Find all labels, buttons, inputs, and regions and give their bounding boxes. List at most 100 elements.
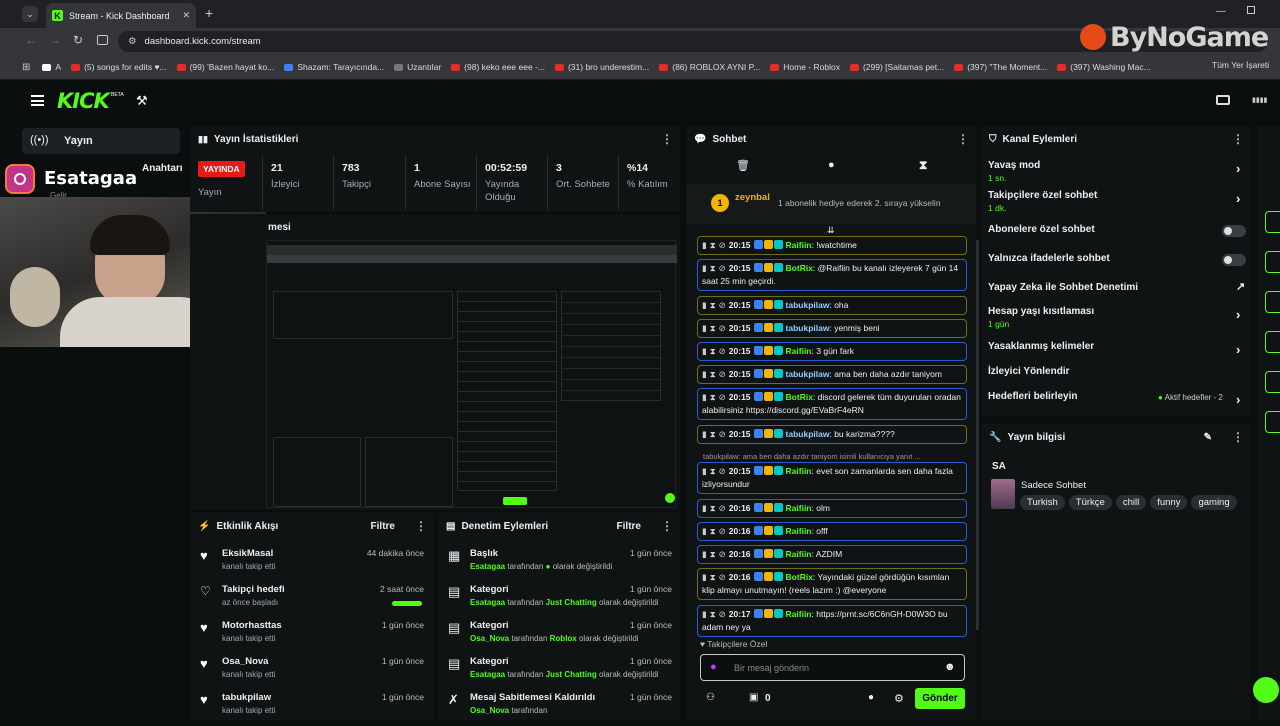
channel-action-item[interactable]: İzleyici Yönlendir xyxy=(988,366,1070,377)
users-icon[interactable]: ⚇ xyxy=(706,692,715,703)
tag-chip[interactable]: funny xyxy=(1150,495,1188,510)
channel-action-item[interactable]: Yasaklanmış kelimeler xyxy=(988,341,1094,352)
layout-icon[interactable] xyxy=(1216,95,1230,105)
bookmark-item[interactable]: (99) 'Bazen hayat ko... xyxy=(176,62,274,72)
chat-message[interactable]: ▮ ⧗ ⊘ 20:15 tabukpilaw: bu karizma???? xyxy=(697,425,967,444)
bookmark-item[interactable]: (397) Washing Mac... xyxy=(1057,62,1151,72)
user-menu[interactable]: ▮▮▮▮ xyxy=(1252,96,1267,104)
more-icon[interactable]: ⋮ xyxy=(415,519,427,533)
pin-icon[interactable]: ▮ xyxy=(702,572,707,582)
url-field[interactable]: ⚙ dashboard.kick.com/stream xyxy=(118,31,1268,52)
bookmark-item[interactable]: (5) songs for edits ♥... xyxy=(71,62,167,72)
activity-filter-button[interactable]: Filtre xyxy=(371,521,395,532)
pin-icon[interactable]: ▮ xyxy=(702,300,707,310)
timeout-icon[interactable]: ⧗ xyxy=(710,609,716,619)
bookmark-item[interactable]: Uzantılar xyxy=(394,62,441,72)
message-user[interactable]: BotRix xyxy=(786,392,813,402)
pin-icon[interactable]: ▮ xyxy=(702,429,707,439)
timeout-icon[interactable]: ⧗ xyxy=(710,572,716,582)
channel-action-item[interactable]: Hesap yaşı kısıtlaması 1 gün xyxy=(988,306,1094,329)
channel-action-item[interactable]: Yapay Zeka ile Sohbet Denetimi xyxy=(988,282,1138,293)
timeout-icon[interactable]: ⧗ xyxy=(710,323,716,333)
tag-chip[interactable]: chill xyxy=(1115,495,1147,510)
microphone-icon[interactable]: ● xyxy=(710,661,717,673)
ban-icon[interactable]: ⊘ xyxy=(719,323,726,333)
moderation-item[interactable]: ✗ Mesaj Sabitlemesi Kaldırıldı Osa_Nova ta… xyxy=(444,692,676,726)
bookmark-item[interactable]: (86) ROBLOX AYNI P... xyxy=(659,62,760,72)
pin-icon[interactable]: ▮ xyxy=(702,549,707,559)
message-user[interactable]: tabukpilaw xyxy=(786,300,830,310)
chevron-right-icon[interactable]: › xyxy=(1236,392,1240,407)
more-icon[interactable]: ⋮ xyxy=(661,132,673,146)
more-icon[interactable]: ⋮ xyxy=(661,519,673,533)
pin-icon[interactable]: ▮ xyxy=(702,346,707,356)
chat-message[interactable]: ▮ ⧗ ⊘ 20:15 tabukpilaw: yenmiş beni xyxy=(697,319,967,338)
chat-scrollbar[interactable] xyxy=(976,240,979,630)
pin-icon[interactable]: ▮ xyxy=(702,323,707,333)
channel-action-item[interactable]: Yavaş mod 1 sn. xyxy=(988,160,1040,183)
reload-icon[interactable]: ↻ xyxy=(73,33,83,47)
message-user[interactable]: tabukpilaw xyxy=(786,429,830,439)
chest-icon[interactable]: ▣ xyxy=(749,692,758,703)
send-button[interactable]: Gönder xyxy=(915,688,965,709)
hammer-icon[interactable]: ⚒ xyxy=(136,93,148,109)
all-bookmarks[interactable]: Tüm Yer İşareti xyxy=(1212,60,1270,70)
chat-message[interactable]: ▮ ⧗ ⊘ 20:15 BotRix: @Raifiin bu kanalı izley… xyxy=(697,259,967,291)
pin-icon[interactable]: ▮ xyxy=(702,609,707,619)
activity-item[interactable]: ♥ Motorhasttas kanalı takip etti 1 gün önce xyxy=(198,620,430,654)
more-icon[interactable]: ⋮ xyxy=(1232,430,1244,444)
more-icon[interactable]: ⋮ xyxy=(1232,132,1244,146)
timeout-icon[interactable]: ⧗ xyxy=(710,526,716,536)
ban-icon[interactable]: ⊘ xyxy=(719,572,726,582)
message-user[interactable]: BotRix xyxy=(786,263,813,273)
chat-message[interactable]: ▮ ⧗ ⊘ 20:15 Raifiin: !watchtime xyxy=(697,236,967,255)
ban-icon[interactable]: ⊘ xyxy=(719,549,726,559)
settings-gear-icon[interactable]: ⚙ xyxy=(894,692,904,705)
chat-message[interactable]: ▮ ⧗ ⊘ 20:16 Raifiin: offf xyxy=(697,522,967,541)
more-icon[interactable]: ⋮ xyxy=(957,132,969,146)
site-info-icon[interactable]: ⚙ xyxy=(128,36,137,47)
chat-message[interactable]: ▮ ⧗ ⊘ 20:15 BotRix: discord gelerek tüm duyu… xyxy=(697,388,967,420)
bookmark-item[interactable]: (299) [Saitamas pet... xyxy=(849,62,944,72)
back-icon[interactable]: ← xyxy=(25,33,37,47)
minimize-icon[interactable]: — xyxy=(1216,6,1226,17)
moderation-item[interactable]: ▦ Başlık Esatagaa tarafından ● olarak deği… xyxy=(444,548,676,582)
ban-icon[interactable]: ⊘ xyxy=(719,392,726,402)
timeout-icon[interactable]: ⧗ xyxy=(710,240,716,250)
pin-icon[interactable]: ▮ xyxy=(702,392,707,402)
bookmark-item[interactable]: (397) "The Moment... xyxy=(954,62,1047,72)
emoji-icon[interactable]: ☻ xyxy=(944,661,956,673)
message-user[interactable]: Raifiin xyxy=(786,346,812,356)
hamburger-menu-icon[interactable] xyxy=(31,95,44,106)
bookmark-item[interactable]: Shazam: Tarayıcında... xyxy=(284,62,384,72)
chat-input[interactable]: ● Bir mesaj gönderin ☻ xyxy=(700,654,965,681)
moderation-item[interactable]: ▤ Kategori Osa_Nova tarafından Roblox olar… xyxy=(444,620,676,654)
timeout-icon[interactable]: ⧗ xyxy=(710,392,716,402)
forward-icon[interactable]: → xyxy=(49,33,61,47)
tag-chip[interactable]: Turkish xyxy=(1020,495,1065,510)
close-tab-icon[interactable]: ✕ xyxy=(182,10,190,21)
pin-icon[interactable]: ▮ xyxy=(702,466,707,476)
kick-logo[interactable]: KICK xyxy=(57,89,110,113)
chat-bubble-icon[interactable]: ● xyxy=(868,692,874,703)
bookmark-item[interactable]: (31) bro underestim... xyxy=(554,62,649,72)
channel-action-item[interactable]: Hedefleri belirleyin xyxy=(988,391,1077,402)
activity-item[interactable]: ♥ EksikMasal kanalı takip etti 44 dakika ön… xyxy=(198,548,430,582)
timeout-icon[interactable]: ⧗ xyxy=(710,549,716,559)
message-user[interactable]: Raifiin xyxy=(786,526,812,536)
support-headset-icon[interactable] xyxy=(1253,677,1279,703)
ban-icon[interactable]: ⊘ xyxy=(719,263,726,273)
activity-item[interactable]: ♥ tabukpilaw kanalı takip etti 1 gün önce xyxy=(198,692,430,726)
tab-search-icon[interactable]: ⌄ xyxy=(22,6,38,22)
browser-tab[interactable]: K Stream - Kick Dashboard ✕ xyxy=(46,3,196,28)
message-user[interactable]: Raifiin xyxy=(786,503,812,513)
message-user[interactable]: Raifiin xyxy=(786,240,812,250)
message-user[interactable]: BotRix xyxy=(786,572,813,582)
timeout-icon[interactable]: ⧗ xyxy=(710,300,716,310)
bookmark-item[interactable]: Home - Roblox xyxy=(770,62,840,72)
ban-icon[interactable]: ⊘ xyxy=(719,503,726,513)
chat-message[interactable]: ▮ ⧗ ⊘ 20:16 BotRix: Yayındaki güzel gördüğün… xyxy=(697,568,967,600)
bookmark-item[interactable]: A xyxy=(42,62,61,72)
timeout-icon[interactable]: ⧗ xyxy=(710,263,716,273)
ban-icon[interactable]: ⊘ xyxy=(719,369,726,379)
